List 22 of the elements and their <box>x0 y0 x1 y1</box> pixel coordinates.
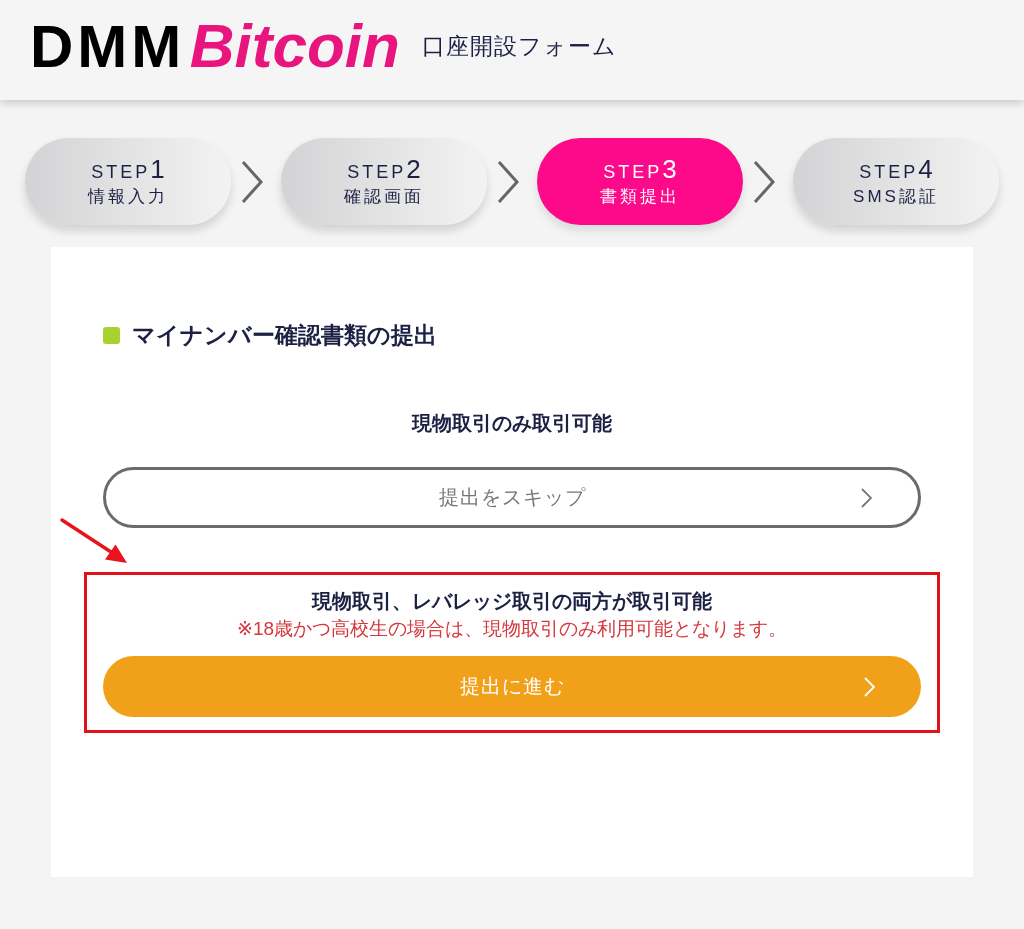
annotation-arrow <box>59 517 129 565</box>
chevron-right-icon <box>753 159 775 204</box>
step-label: STEP4 <box>859 155 933 186</box>
chevron-right-icon <box>497 159 519 204</box>
page-title: 口座開設フォーム <box>421 31 617 61</box>
option-heading: 現物取引のみ取引可能 <box>410 411 613 436</box>
step-name: 確認画面 <box>344 186 424 208</box>
step-name: SMS認証 <box>853 186 939 208</box>
step-name: 書類提出 <box>600 186 680 208</box>
brand-logo: DMM Bitcoin <box>30 15 400 77</box>
step-name: 情報入力 <box>88 186 168 208</box>
warning-note: ※18歳かつ高校生の場合は、現物取引のみ利用可能となります。 <box>235 617 789 641</box>
step-label: STEP 1 <box>91 155 165 186</box>
option-heading: 現物取引、レバレッジ取引の両方が取引可能 <box>310 589 713 614</box>
square-icon <box>103 326 120 344</box>
skip-button[interactable]: 提出をスキップ <box>103 467 921 528</box>
section-title: マイナンバー確認書類の提出 <box>132 321 437 350</box>
chevron-right-icon <box>864 676 875 697</box>
step-label: STEP 2 <box>347 155 421 186</box>
chevron-right-icon <box>861 487 872 508</box>
chevron-right-icon <box>241 159 263 204</box>
step-label: STEP 3 <box>603 155 677 186</box>
